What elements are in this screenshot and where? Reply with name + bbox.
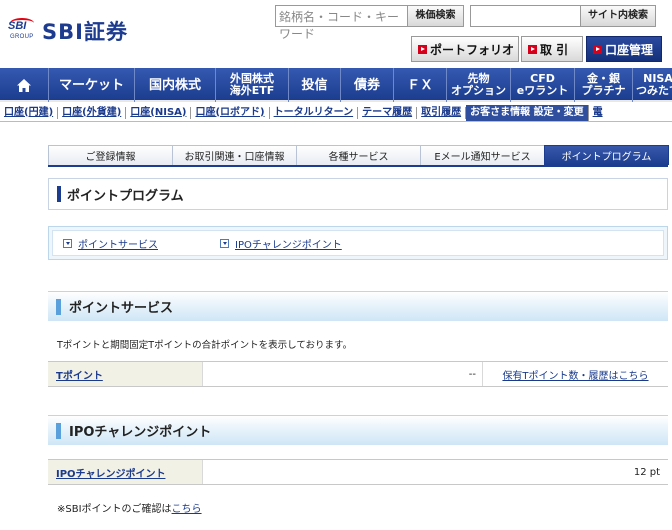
chevron-down-icon — [220, 238, 229, 248]
nav-fx[interactable]: ＦＸ — [394, 68, 447, 102]
tpoint-row: Tポイント -- 保有Tポイント数・履歴はこちら — [48, 361, 668, 387]
ipo-point-value: 12 pt — [633, 466, 660, 478]
section-heading-point-service: ポイントサービス — [48, 291, 668, 321]
tpoint-label-link[interactable]: Tポイント — [48, 362, 203, 386]
account-sub-nav: 口座(円建) 口座(外貨建) 口座(NISA) 口座(ロボアド) トータルリター… — [0, 104, 672, 122]
stock-search-button[interactable]: 株価検索 — [407, 5, 464, 27]
nav-bond[interactable]: 債券 — [341, 68, 394, 102]
tab-registration-info[interactable]: ご登録情報 — [48, 145, 173, 165]
arrow-right-icon — [593, 44, 602, 54]
sub-nav-trade-history[interactable]: 取引履歴 — [417, 106, 467, 119]
nav-home[interactable] — [0, 68, 49, 102]
sub-nav-foreign-account[interactable]: 口座(外貨建) — [58, 106, 127, 119]
home-icon — [17, 78, 31, 92]
page-title: ポイントプログラム — [48, 178, 668, 210]
sub-nav-total-return[interactable]: トータルリターン — [270, 106, 359, 119]
site-header: SBI GROUP SBI証券 銘柄名・コード・キーワード 株価検索 サイト内検… — [0, 0, 672, 66]
sbi-point-footnote: ※SBIポイントのご確認はこちら — [57, 504, 202, 515]
nav-investment-trust[interactable]: 投信 — [289, 68, 341, 102]
tab-email-notifications[interactable]: Eメール通知サービス — [420, 145, 545, 165]
settings-tabs: ご登録情報 お取引関連・口座情報 各種サービス Eメール通知サービス ポイントプ… — [48, 145, 669, 167]
sub-nav-roboad-account[interactable]: 口座(ロボアド) — [191, 106, 270, 119]
tab-point-program[interactable]: ポイントプログラム — [544, 145, 669, 165]
sub-nav-nisa-account[interactable]: 口座(NISA) — [126, 106, 192, 119]
ipo-point-label-link[interactable]: IPOチャレンジポイント — [48, 460, 203, 484]
site-search-input[interactable] — [470, 5, 580, 27]
site-search-button[interactable]: サイト内検索 — [580, 5, 656, 27]
sbi-logo[interactable]: SBI GROUP SBI証券 — [8, 18, 128, 48]
anchor-link-point-service[interactable]: ポイントサービス — [63, 236, 158, 251]
sub-nav-more[interactable]: 電 — [589, 107, 607, 119]
portfolio-button[interactable]: ポートフォリオ — [411, 36, 519, 62]
ipo-point-row: IPOチャレンジポイント 12 pt — [48, 459, 668, 485]
chevron-down-icon — [63, 238, 72, 248]
nav-domestic-stock[interactable]: 国内株式 — [135, 68, 216, 102]
main-nav: マーケット 国内株式 外国株式 海外ETF 投信 債券 ＦＸ 先物 オプション … — [0, 68, 672, 102]
stock-search-input[interactable]: 銘柄名・コード・キーワード — [275, 5, 407, 41]
trade-button[interactable]: 取 引 — [521, 36, 583, 62]
anchor-links-box: ポイントサービス IPOチャレンジポイント — [48, 226, 668, 260]
nav-market[interactable]: マーケット — [49, 68, 135, 102]
tab-services[interactable]: 各種サービス — [296, 145, 421, 165]
nav-nisa[interactable]: NISA つみたて — [633, 68, 672, 102]
nav-futures-options[interactable]: 先物 オプション — [447, 68, 511, 102]
nav-gold-silver-platinum[interactable]: 金・銀 プラチナ — [575, 68, 633, 102]
section-heading-ipo-point: IPOチャレンジポイント — [48, 415, 668, 445]
tab-trade-account-info[interactable]: お取引関連・口座情報 — [172, 145, 297, 165]
sbi-point-link[interactable]: こちら — [172, 504, 202, 515]
tpoint-value: -- — [468, 368, 476, 380]
arrow-right-icon — [418, 44, 427, 54]
logo-text: SBI証券 — [42, 20, 128, 44]
account-management-button[interactable]: 口座管理 — [586, 36, 662, 62]
tpoint-history-link[interactable]: 保有Tポイント数・履歴はこちら — [482, 362, 668, 386]
sub-nav-theme-history[interactable]: テーマ履歴 — [358, 106, 418, 119]
sub-nav-customer-settings[interactable]: お客さま情報 設定・変更 — [466, 104, 589, 121]
nav-cfd-ewarrant[interactable]: CFD eワラント — [511, 68, 575, 102]
anchor-link-ipo-challenge[interactable]: IPOチャレンジポイント — [220, 236, 342, 251]
sub-nav-yen-account[interactable]: 口座(円建) — [0, 106, 59, 119]
point-service-description: Tポイントと期間固定Tポイントの合計ポイントを表示しております。 — [57, 340, 353, 351]
arrow-right-icon — [528, 44, 537, 54]
sbi-logo-mark: SBI GROUP — [8, 18, 34, 40]
nav-foreign-stock[interactable]: 外国株式 海外ETF — [216, 68, 289, 102]
